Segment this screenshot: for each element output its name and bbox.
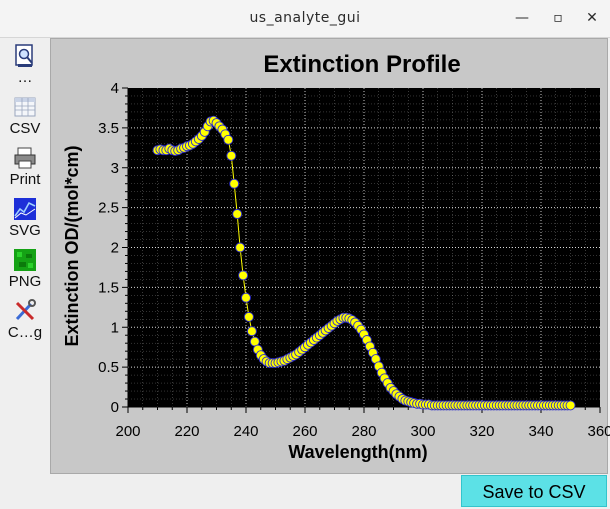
x-tick-label: 360 — [587, 423, 610, 440]
data-point — [223, 134, 234, 145]
y-tick-label: 2 — [111, 240, 119, 257]
chart-title: Extinction Profile — [263, 51, 460, 78]
x-tick-label: 200 — [115, 423, 140, 440]
data-point — [229, 178, 240, 189]
y-tick-label: 0 — [111, 399, 119, 416]
y-tick-label: 1.5 — [98, 279, 119, 296]
y-tick-label: 1 — [111, 319, 119, 336]
data-point — [238, 270, 249, 281]
x-tick-label: 240 — [233, 423, 258, 440]
data-point — [565, 400, 576, 411]
x-tick-label: 300 — [410, 423, 435, 440]
x-tick-label: 220 — [174, 423, 199, 440]
data-point — [235, 242, 246, 253]
x-axis-label: Wavelength(nm) — [288, 442, 427, 462]
save-to-csv-button[interactable]: Save to CSV — [461, 475, 607, 507]
y-tick-label: 4 — [111, 80, 119, 97]
y-tick-label: 3 — [111, 160, 119, 177]
x-tick-label: 280 — [351, 423, 376, 440]
data-point — [232, 209, 243, 219]
app-window: us_analyte_gui — ▫ ✕ … CSV Print SVG PNG… — [0, 0, 610, 509]
data-point — [243, 311, 254, 322]
y-axis-label: Extinction OD/(mol*cm) — [62, 145, 82, 346]
data-point — [226, 150, 237, 161]
x-tick-label: 340 — [528, 423, 553, 440]
y-tick-label: 3.5 — [98, 120, 119, 137]
y-tick-label: 0.5 — [98, 359, 119, 376]
data-point — [241, 292, 251, 303]
y-tick-label: 2.5 — [98, 200, 119, 217]
x-tick-label: 320 — [469, 423, 494, 440]
extinction-chart: 200 220 240 260 280 300 320 340 360 0 0.5 1 1.5 2 2.5 3… — [62, 51, 610, 462]
data-point — [246, 326, 257, 337]
x-tick-label: 260 — [292, 423, 317, 440]
